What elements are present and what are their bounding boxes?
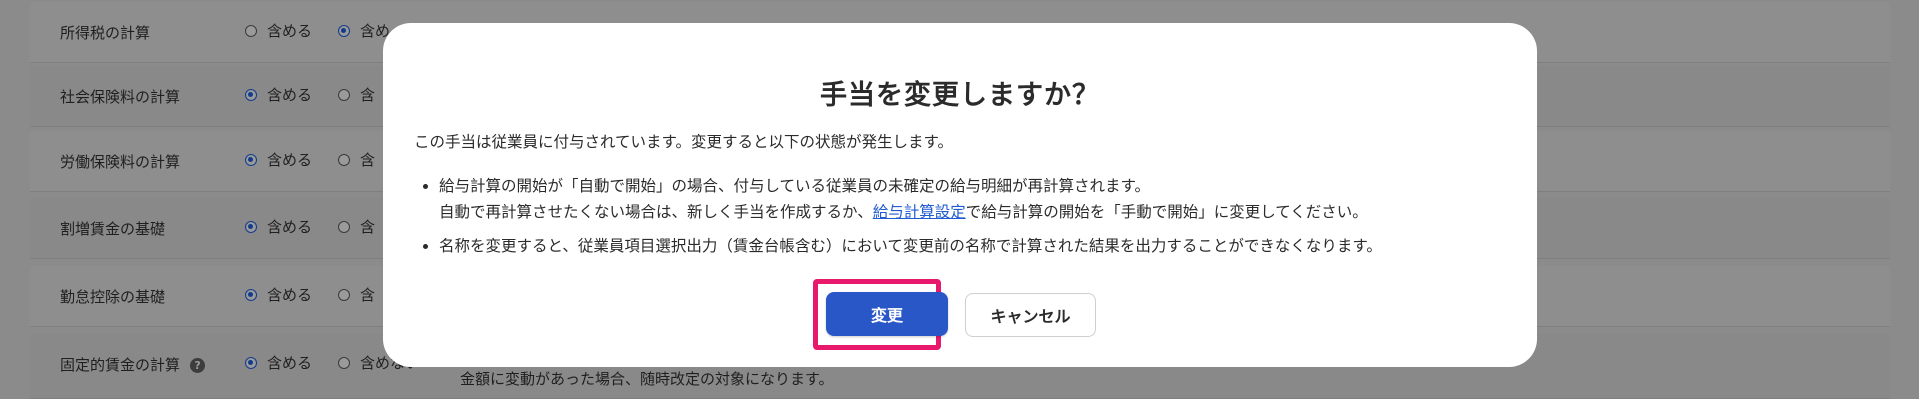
- radio-option-exclude[interactable]: 含め: [338, 22, 390, 40]
- row-label: 勤怠控除の基礎: [60, 288, 166, 306]
- confirm-change-button[interactable]: 変更: [826, 292, 948, 336]
- radio-option-include[interactable]: 含める: [245, 86, 312, 104]
- payroll-settings-link[interactable]: 給与計算設定: [873, 203, 966, 221]
- help-icon[interactable]: ?: [190, 358, 206, 373]
- radio-group: 含める 含: [245, 149, 401, 170]
- radio-icon[interactable]: [338, 221, 351, 233]
- radio-icon[interactable]: [338, 89, 351, 101]
- row-label: 割増賃金の基礎: [60, 220, 166, 238]
- radio-group: 含める 含: [245, 84, 401, 105]
- dialog-warning-list: 給与計算の開始が「自動で開始」の場合、付与している従業員の未確定の給与明細が再計…: [414, 173, 1382, 259]
- row-help-note: 金額に変動があった場合、随時改定の対象になります。: [460, 370, 834, 388]
- radio-icon[interactable]: [338, 357, 351, 369]
- radio-option-include[interactable]: 含める: [245, 286, 312, 304]
- radio-group: 含める 含: [245, 216, 401, 237]
- radio-option-exclude[interactable]: 含: [338, 151, 375, 169]
- radio-icon[interactable]: [338, 154, 351, 166]
- radio-icon[interactable]: [245, 25, 257, 37]
- radio-selected-icon[interactable]: [245, 357, 257, 369]
- radio-selected-icon[interactable]: [245, 221, 257, 233]
- warning-item-recalculation: 給与計算の開始が「自動で開始」の場合、付与している従業員の未確定の給与明細が再計…: [414, 173, 1382, 225]
- warning-item-rename: 名称を変更すると、従業員項目選択出力（賃金台帳含む）において変更前の名称で計算さ…: [414, 233, 1382, 259]
- radio-option-include[interactable]: 含める: [245, 22, 312, 40]
- radio-option-include[interactable]: 含める: [245, 218, 312, 236]
- radio-group: 含める 含: [245, 284, 401, 305]
- dialog-actions: 変更 キャンセル: [383, 279, 1537, 350]
- row-label: 労働保険料の計算: [60, 153, 181, 171]
- row-label: 固定的賃金の計算?: [60, 354, 206, 375]
- radio-selected-icon[interactable]: [245, 154, 257, 166]
- radio-selected-icon[interactable]: [245, 89, 257, 101]
- radio-selected-icon[interactable]: [245, 289, 257, 301]
- radio-icon[interactable]: [338, 289, 351, 301]
- confirm-change-dialog: 手当を変更しますか？ この手当は従業員に付与されています。変更すると以下の状態が…: [383, 23, 1537, 367]
- dialog-intro-text: この手当は従業員に付与されています。変更すると以下の状態が発生します。: [414, 133, 953, 151]
- radio-option-include[interactable]: 含める: [245, 354, 312, 372]
- radio-option-include[interactable]: 含める: [245, 151, 312, 169]
- radio-option-exclude[interactable]: 含: [338, 86, 375, 104]
- radio-option-exclude[interactable]: 含: [338, 286, 375, 304]
- dialog-title: 手当を変更しますか？: [820, 80, 1100, 111]
- row-label: 社会保険料の計算: [60, 88, 181, 106]
- row-label: 所得税の計算: [60, 24, 151, 42]
- radio-selected-icon[interactable]: [338, 25, 351, 37]
- radio-option-exclude[interactable]: 含: [338, 218, 375, 236]
- cancel-button[interactable]: キャンセル: [965, 293, 1096, 337]
